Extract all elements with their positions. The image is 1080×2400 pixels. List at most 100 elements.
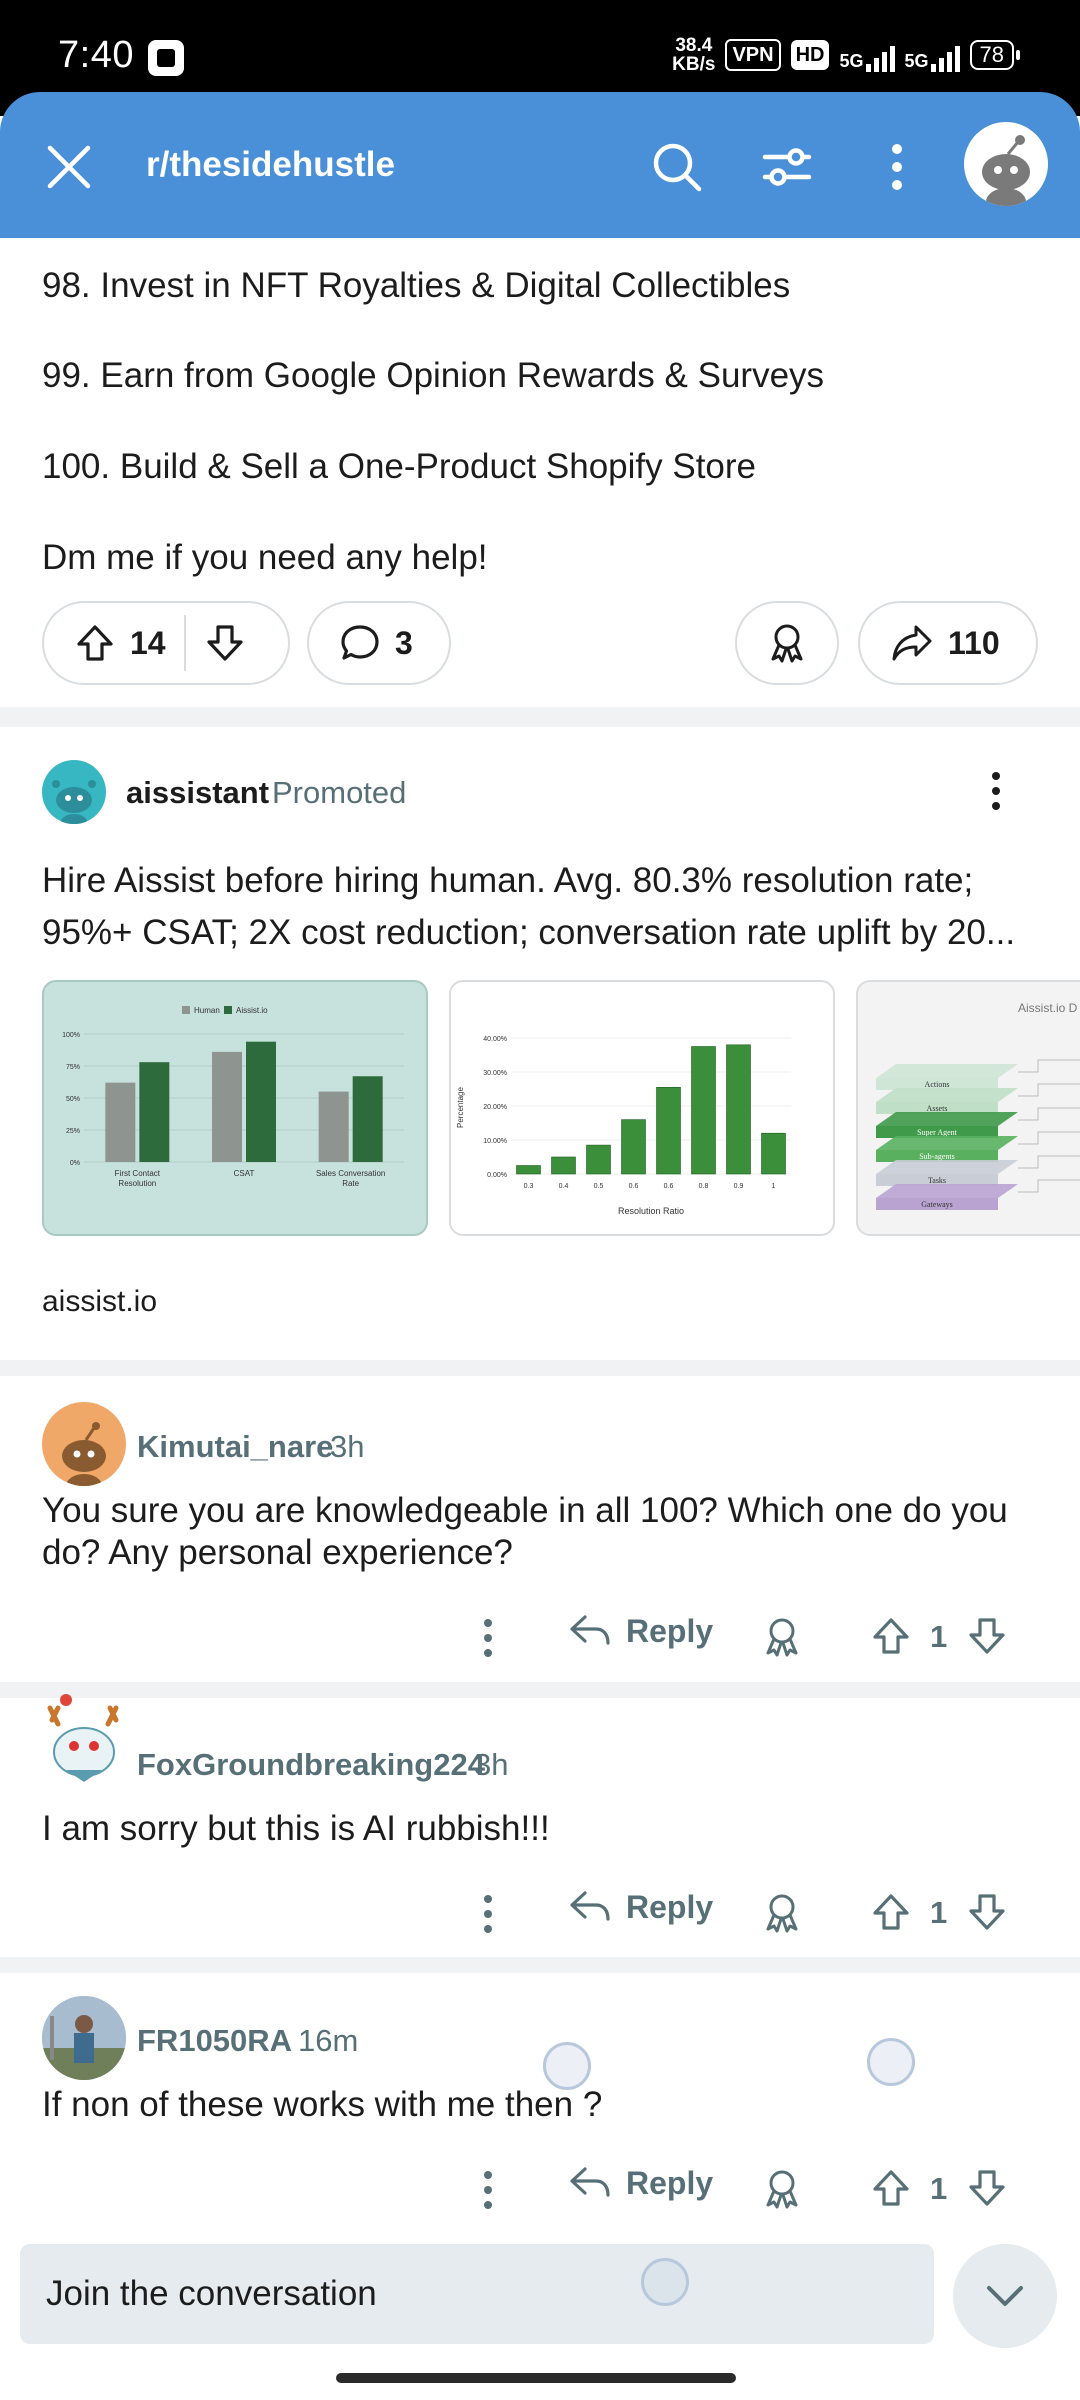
promoted-body[interactable]: Hire Aissist before hiring human. Avg. 8… xyxy=(42,855,1032,959)
comment-count: 3 xyxy=(395,624,413,661)
comment-more-button[interactable] xyxy=(468,1884,508,1944)
downvote-icon[interactable] xyxy=(204,622,246,664)
close-icon xyxy=(47,145,91,189)
signal-label: 5G xyxy=(839,51,864,71)
chart1-bar-human xyxy=(318,1091,349,1162)
search-button[interactable] xyxy=(642,132,712,202)
comments-button[interactable]: 3 xyxy=(307,601,451,685)
reply-button[interactable]: Reply xyxy=(568,2163,713,2203)
share-button[interactable]: 110 xyxy=(858,601,1038,685)
filter-icon xyxy=(762,148,812,186)
battery-icon: 78 xyxy=(969,40,1021,70)
promoted-tag: Promoted xyxy=(272,775,407,810)
comment-avatar[interactable] xyxy=(36,1690,132,1786)
diagram-connector xyxy=(1018,1059,1080,1073)
status-indicators: 38.4 KB/s VPN HD 5G 5G 78 xyxy=(672,35,1021,74)
network-speed-value: 38.4 xyxy=(675,35,713,56)
subreddit-title[interactable]: r/thesidehustle xyxy=(146,145,395,185)
comment-username[interactable]: Kimutai_nare xyxy=(137,1429,333,1465)
comment-more-button[interactable] xyxy=(468,2160,508,2220)
chart1-tick-label: 0% xyxy=(70,1160,80,1167)
chart2-ylabel: Percentage xyxy=(456,1087,465,1128)
promoted-more-button[interactable] xyxy=(976,761,1016,821)
promoted-avatar[interactable] xyxy=(42,760,106,824)
gallery-image-2[interactable]: Percentage Resolution Ratio 40.00% 30.00%… xyxy=(449,980,835,1236)
notification-app-icon xyxy=(148,40,184,76)
chart2-tick-label: 20.00% xyxy=(483,1104,507,1111)
reply-icon xyxy=(570,2167,610,2197)
chart1-bar-aissist xyxy=(352,1076,383,1162)
upvote-icon[interactable] xyxy=(74,622,116,664)
diagram-layer-label: Sub-agents xyxy=(919,1152,955,1161)
diagram-layer-top xyxy=(876,1088,1018,1102)
post-text-line: 99. Earn from Google Opinion Rewards & S… xyxy=(42,356,825,395)
downvote-icon[interactable] xyxy=(966,1891,1008,1933)
reply-button[interactable]: Reply xyxy=(568,1887,713,1927)
vote-pill: 14 xyxy=(42,601,290,685)
comment-more-button[interactable] xyxy=(468,1608,508,1668)
promoted-domain-link[interactable]: aissist.io xyxy=(42,1285,157,1319)
chart2-xlabel: Resolution Ratio xyxy=(618,1206,684,1216)
chart1-category-label: CSAT xyxy=(234,1169,255,1178)
hd-icon: HD xyxy=(790,40,830,70)
comment-body: You sure you are knowledgeable in all 10… xyxy=(42,1490,1042,1574)
chart1-bar-human xyxy=(212,1051,242,1162)
chevron-down-icon xyxy=(987,2286,1023,2306)
diagram-connector xyxy=(1018,1155,1080,1169)
comment-avatar[interactable] xyxy=(42,1402,126,1486)
more-options-button[interactable] xyxy=(862,132,932,202)
comment-username[interactable]: FR1050RA xyxy=(137,2023,292,2059)
reply-label: Reply xyxy=(626,1888,714,1925)
chart2-category-label: 0.6 xyxy=(629,1183,639,1190)
comment-time: 16m xyxy=(298,2023,359,2058)
chart2-tick-label: 30.00% xyxy=(483,1070,507,1077)
award-icon[interactable] xyxy=(760,2167,804,2211)
share-icon xyxy=(892,625,932,661)
filter-button[interactable] xyxy=(752,132,822,202)
chart1-category-label: Rate xyxy=(342,1179,359,1188)
user-avatar[interactable] xyxy=(964,122,1048,206)
comment-username[interactable]: FoxGroundbreaking224 xyxy=(137,1747,485,1783)
downvote-icon[interactable] xyxy=(966,2167,1008,2209)
award-icon[interactable] xyxy=(760,1615,804,1659)
chart1-category-label: Resolution xyxy=(118,1179,156,1188)
reply-button[interactable]: Reply xyxy=(568,1611,713,1651)
snoo-avatar-icon xyxy=(62,1422,106,1486)
legend-human-swatch xyxy=(182,1006,190,1014)
award-button[interactable] xyxy=(735,601,839,685)
chart2-bar xyxy=(621,1119,646,1175)
award-icon xyxy=(771,624,803,663)
diagram-layer-label: Actions xyxy=(925,1080,950,1089)
upvote-icon[interactable] xyxy=(870,2167,912,2209)
reply-label: Reply xyxy=(626,2164,714,2201)
touch-indicator xyxy=(641,2258,689,2306)
upvote-icon[interactable] xyxy=(870,1891,912,1933)
home-indicator[interactable] xyxy=(336,2373,736,2383)
section-divider xyxy=(0,1682,1080,1698)
snoo-avatar-icon xyxy=(52,780,96,824)
chart2-bar xyxy=(656,1087,681,1175)
promoted-body-line: 95%+ CSAT; 2X cost reduction; conversati… xyxy=(42,913,1016,952)
chart2-category-label: 0.8 xyxy=(699,1183,709,1190)
promoted-author[interactable]: aissistant xyxy=(126,775,269,811)
vpn-icon: VPN xyxy=(725,39,781,71)
close-button[interactable] xyxy=(42,140,96,194)
chart1-bar-aissist xyxy=(246,1041,276,1162)
reply-icon xyxy=(570,1891,610,1921)
upvote-icon[interactable] xyxy=(870,1615,912,1657)
gallery-image-3[interactable]: Aissist.io D Actions Assets Super Agent Sub… xyxy=(856,980,1080,1236)
gallery-image-1[interactable]: Human Aissist.io 100% 75% 50% 25% 0% First Co… xyxy=(42,980,428,1236)
diagram-connector xyxy=(1018,1131,1080,1145)
chart2-tick-label: 0.00% xyxy=(487,1172,507,1179)
chart2-tick-label: 40.00% xyxy=(483,1036,507,1043)
more-vertical-icon xyxy=(892,144,902,190)
award-icon[interactable] xyxy=(760,1891,804,1935)
comment-avatar[interactable] xyxy=(42,1996,126,2080)
diagram-layer-top xyxy=(876,1136,1018,1150)
chart1-category-label: First Contact xyxy=(115,1169,161,1178)
chart2-category-label: 0.6 xyxy=(664,1183,674,1190)
comment-body-line: If non of these works with me then ? xyxy=(42,2085,603,2124)
downvote-icon[interactable] xyxy=(966,1615,1008,1657)
collapse-comments-button[interactable] xyxy=(953,2244,1057,2348)
join-conversation-input[interactable]: Join the conversation xyxy=(20,2244,934,2344)
